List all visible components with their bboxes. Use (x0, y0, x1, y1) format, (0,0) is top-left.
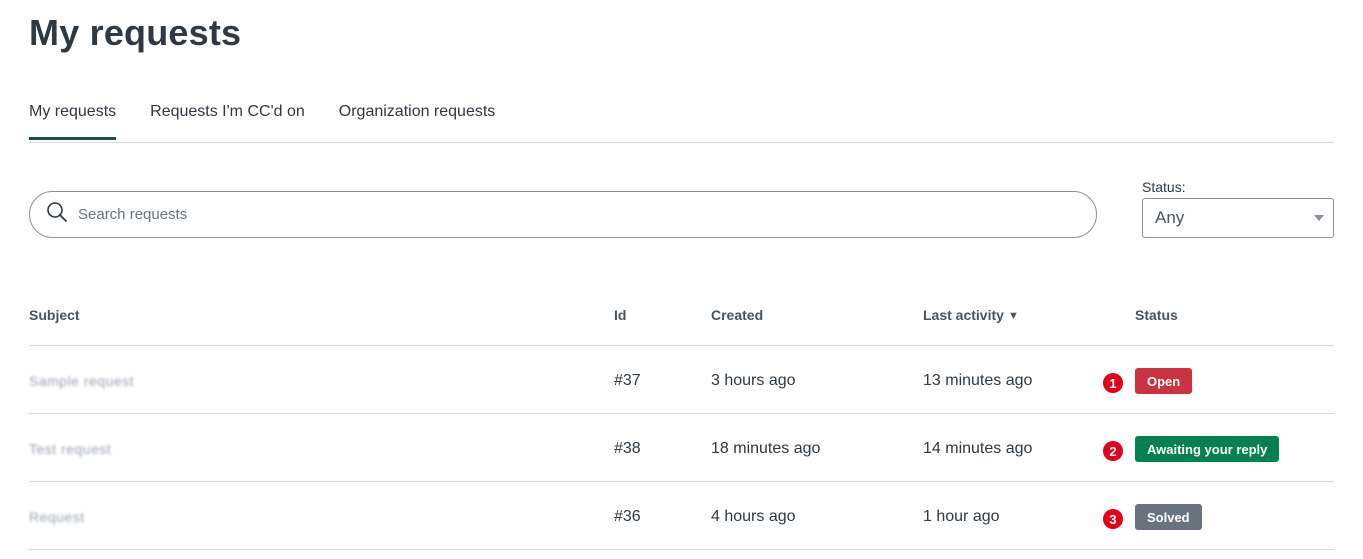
request-created: 18 minutes ago (711, 440, 821, 457)
last-activity-header-label: Last activity (923, 307, 1004, 323)
request-created: 3 hours ago (711, 372, 796, 389)
request-id: #37 (614, 372, 641, 389)
chevron-down-icon (1314, 215, 1324, 221)
annotation-marker: 2 (1103, 441, 1123, 461)
requests-table: Subject Id Created Last activity ▼ Status… (29, 295, 1334, 550)
column-header-created[interactable]: Created (711, 307, 763, 323)
request-id: #36 (614, 508, 641, 525)
search-icon (46, 201, 68, 228)
table-row: Test request #38 18 minutes ago 14 minut… (29, 414, 1334, 482)
status-badge: Open (1135, 368, 1193, 394)
annotation-marker: 1 (1103, 373, 1123, 393)
column-header-subject[interactable]: Subject (29, 307, 80, 323)
tab-my-requests[interactable]: My requests (29, 100, 117, 140)
request-id: #38 (614, 440, 641, 457)
request-tabs: My requests Requests I'm CC'd on Organiz… (29, 100, 1334, 143)
request-subject-link[interactable]: Sample request (29, 373, 134, 389)
tab-requests-cc[interactable]: Requests I'm CC'd on (150, 100, 305, 139)
request-subject-link[interactable]: Test request (29, 441, 111, 457)
table-row: Sample request #37 3 hours ago 13 minute… (29, 346, 1334, 414)
table-row: Request #36 4 hours ago 1 hour ago 3 Sol… (29, 482, 1334, 550)
table-header: Subject Id Created Last activity ▼ Status (29, 295, 1334, 346)
tab-organization-requests[interactable]: Organization requests (339, 100, 496, 139)
search-box[interactable] (29, 191, 1097, 238)
search-input[interactable] (76, 205, 1040, 224)
status-badge: Solved (1135, 504, 1202, 530)
status-filter-label: Status: (1142, 179, 1186, 195)
page-title: My requests (29, 12, 242, 53)
status-badge: Awaiting your reply (1135, 436, 1280, 462)
request-created: 4 hours ago (711, 508, 796, 525)
annotation-marker: 3 (1103, 509, 1123, 529)
column-header-id[interactable]: Id (614, 307, 626, 323)
sort-descending-icon: ▼ (1007, 310, 1019, 322)
request-last-activity: 1 hour ago (923, 508, 1000, 525)
request-last-activity: 14 minutes ago (923, 440, 1033, 457)
status-filter-select[interactable]: Any (1142, 198, 1334, 238)
status-filter-value: Any (1155, 208, 1185, 227)
request-subject-link[interactable]: Request (29, 509, 85, 525)
column-header-last-activity[interactable]: Last activity ▼ (923, 307, 1019, 323)
request-last-activity: 13 minutes ago (923, 372, 1033, 389)
column-header-status[interactable]: Status (1135, 307, 1178, 323)
